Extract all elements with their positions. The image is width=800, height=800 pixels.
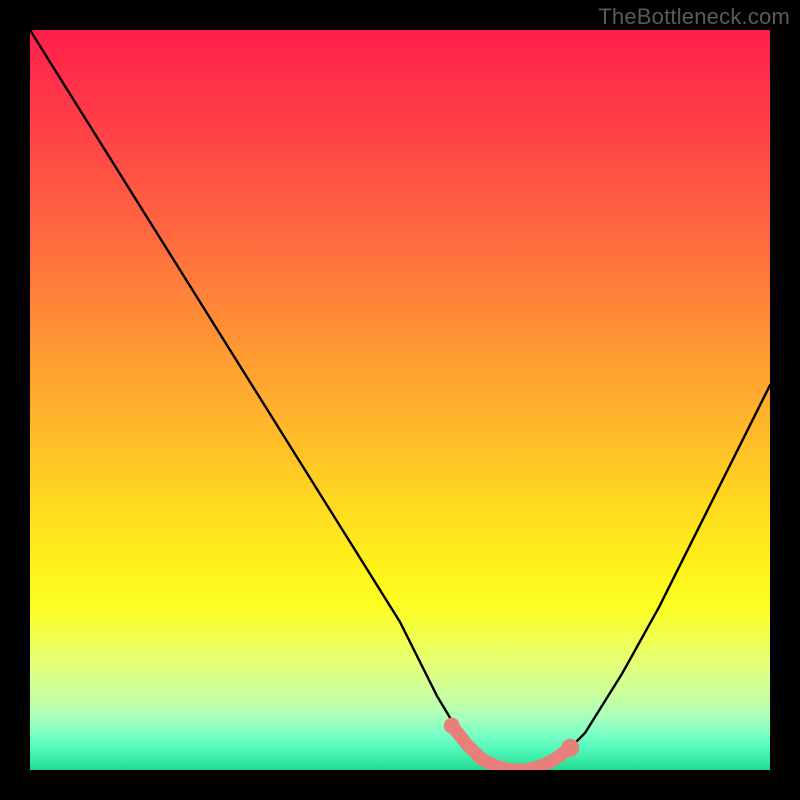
optimal-range-highlight — [452, 726, 570, 770]
chart-overlay — [30, 30, 770, 770]
bottleneck-curve — [30, 30, 770, 770]
optimal-range-start-dot — [444, 718, 460, 734]
chart-frame: TheBottleneck.com — [0, 0, 800, 800]
plot-area — [30, 30, 770, 770]
watermark-text: TheBottleneck.com — [598, 4, 790, 30]
optimal-range-end-dot — [561, 739, 579, 757]
